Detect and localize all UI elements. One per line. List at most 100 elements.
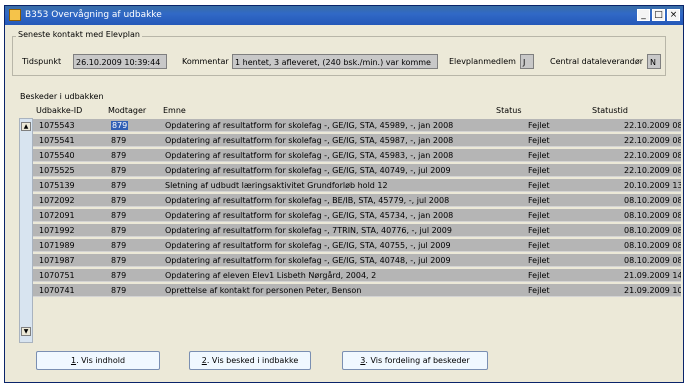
cell-status: Fejlet: [525, 134, 621, 147]
close-icon[interactable]: ×: [667, 9, 680, 21]
cell-subject: Opdatering af resultatform for skolefag …: [162, 239, 525, 252]
cell-recipient: 879: [108, 284, 162, 297]
cell-id: 1071992: [33, 224, 108, 237]
cell-recipient: 879: [108, 209, 162, 222]
cell-recipient[interactable]: 879: [108, 119, 162, 132]
cell-subject: Opdatering af resultatform for skolefag …: [162, 209, 525, 222]
column-header-status-time[interactable]: Statustid: [592, 106, 628, 115]
kommentar-label: Kommentar: [182, 57, 229, 66]
cell-subject: Opdatering af resultatform for skolefag …: [162, 134, 525, 147]
cell-recipient: 879: [108, 269, 162, 282]
central-label: Central dataleverandør: [550, 57, 644, 66]
tidspunkt-field: 26.10.2009 10:39:44: [73, 54, 167, 69]
cell-recipient-value: 879: [111, 121, 129, 130]
cell-status-time: 08.10.2009 08:21:35: [621, 194, 681, 207]
outbox-table: 1075543 879 Opdatering af resultatform f…: [33, 118, 681, 298]
cell-status-time: 21.09.2009 14:06:52: [621, 269, 681, 282]
cell-status: Fejlet: [525, 149, 621, 162]
central-field: N: [647, 54, 661, 69]
cell-status-time: 08.10.2009 08:21:33: [621, 224, 681, 237]
cell-id: 1075541: [33, 134, 108, 147]
contact-group-legend: Seneste kontakt med Elevplan: [16, 30, 142, 39]
column-header-id[interactable]: Udbakke-ID: [36, 106, 82, 115]
maximize-icon[interactable]: □: [652, 9, 665, 21]
cell-id: 1075540: [33, 149, 108, 162]
cell-subject: Opdatering af resultatform for skolefag …: [162, 254, 525, 267]
cell-status: Fejlet: [525, 284, 621, 297]
cell-subject: Opdatering af resultatform for skolefag …: [162, 119, 525, 132]
cell-status-time: 20.10.2009 13:59:53: [621, 179, 681, 192]
cell-recipient: 879: [108, 134, 162, 147]
cell-status-time: 08.10.2009 08:21:35: [621, 209, 681, 222]
table-row[interactable]: 1075139 879 Sletning af udbudt læringsak…: [33, 178, 681, 193]
cell-status: Fejlet: [525, 224, 621, 237]
cell-status-time: 08.10.2009 08:21:33: [621, 239, 681, 252]
title-bar[interactable]: B353 Overvågning af udbakke _ □ ×: [5, 6, 683, 25]
table-row[interactable]: 1075541 879 Opdatering af resultatform f…: [33, 133, 681, 148]
cell-status-time: 22.10.2009 08:06:44: [621, 149, 681, 162]
cell-status: Fejlet: [525, 269, 621, 282]
cell-status: Fejlet: [525, 179, 621, 192]
cell-status-time: 22.10.2009 08:06:44: [621, 134, 681, 147]
kommentar-field: 1 hentet, 3 afleveret, (240 bsk./min.) v…: [232, 54, 438, 69]
vis-indhold-label: . Vis indhold: [76, 356, 126, 365]
cell-id: 1071987: [33, 254, 108, 267]
column-header-status[interactable]: Status: [496, 106, 522, 115]
vis-fordeling-button[interactable]: 3. Vis fordeling af beskeder: [342, 351, 488, 370]
cell-subject: Opdatering af resultatform for skolefag …: [162, 164, 525, 177]
cell-status: Fejlet: [525, 209, 621, 222]
cell-status-time: 21.09.2009 10:41:51: [621, 284, 681, 297]
cell-id: 1075139: [33, 179, 108, 192]
window-title: B353 Overvågning af udbakke: [25, 10, 162, 20]
outbox-label: Beskeder i udbakken: [20, 92, 104, 101]
cell-id: 1070751: [33, 269, 108, 282]
app-icon: [9, 9, 21, 21]
cell-status-time: 22.10.2009 08:06:44: [621, 119, 681, 132]
table-row[interactable]: 1070741 879 Oprettelse af kontakt for pe…: [33, 283, 681, 298]
elevplanmedlem-field: J: [520, 54, 534, 69]
cell-status: Fejlet: [525, 239, 621, 252]
minimize-icon[interactable]: _: [637, 9, 650, 21]
vis-indhold-button[interactable]: 1. Vis indhold: [36, 351, 160, 370]
cell-id: 1070741: [33, 284, 108, 297]
vis-fordeling-label: . Vis fordeling af beskeder: [365, 356, 470, 365]
table-row[interactable]: 1070751 879 Opdatering af eleven Elev1 L…: [33, 268, 681, 283]
cell-recipient: 879: [108, 149, 162, 162]
table-row[interactable]: 1075540 879 Opdatering af resultatform f…: [33, 148, 681, 163]
cell-subject: Opdatering af eleven Elev1 Lisbeth Nørgå…: [162, 269, 525, 282]
table-row[interactable]: 1071992 879 Opdatering af resultatform f…: [33, 223, 681, 238]
cell-id: 1072092: [33, 194, 108, 207]
table-row[interactable]: 1072092 879 Opdatering af resultatform f…: [33, 193, 681, 208]
cell-status: Fejlet: [525, 119, 621, 132]
cell-status-time: 08.10.2009 08:21:33: [621, 254, 681, 267]
cell-status-time: 22.10.2009 08:06:44: [621, 164, 681, 177]
cell-recipient: 879: [108, 179, 162, 192]
table-row[interactable]: 1072091 879 Opdatering af resultatform f…: [33, 208, 681, 223]
column-header-subject[interactable]: Emne: [163, 106, 186, 115]
cell-recipient: 879: [108, 224, 162, 237]
scroll-up-icon[interactable]: ▲: [21, 122, 31, 131]
cell-recipient: 879: [108, 194, 162, 207]
cell-status: Fejlet: [525, 164, 621, 177]
table-row[interactable]: 1075543 879 Opdatering af resultatform f…: [33, 118, 681, 133]
tidspunkt-label: Tidspunkt: [22, 57, 62, 66]
cell-subject: Opdatering af resultatform for skolefag …: [162, 149, 525, 162]
cell-recipient: 879: [108, 254, 162, 267]
table-row[interactable]: 1071987 879 Opdatering af resultatform f…: [33, 253, 681, 268]
vis-besked-label: . Vis besked i indbakke: [206, 356, 299, 365]
cell-status: Fejlet: [525, 254, 621, 267]
vis-besked-button[interactable]: 2. Vis besked i indbakke: [189, 351, 311, 370]
scroll-down-icon[interactable]: ▼: [21, 327, 31, 336]
row-selector-column[interactable]: [19, 118, 33, 343]
cell-recipient: 879: [108, 239, 162, 252]
table-row[interactable]: 1071989 879 Opdatering af resultatform f…: [33, 238, 681, 253]
cell-subject: Oprettelse af kontakt for personen Peter…: [162, 284, 525, 297]
column-header-recipient[interactable]: Modtager: [108, 106, 146, 115]
cell-recipient: 879: [108, 164, 162, 177]
cell-subject: Opdatering af resultatform for skolefag …: [162, 224, 525, 237]
cell-status: Fejlet: [525, 194, 621, 207]
table-row[interactable]: 1075525 879 Opdatering af resultatform f…: [33, 163, 681, 178]
cell-subject: Opdatering af resultatform for skolefag …: [162, 194, 525, 207]
cell-id: 1075525: [33, 164, 108, 177]
cell-id: 1071989: [33, 239, 108, 252]
